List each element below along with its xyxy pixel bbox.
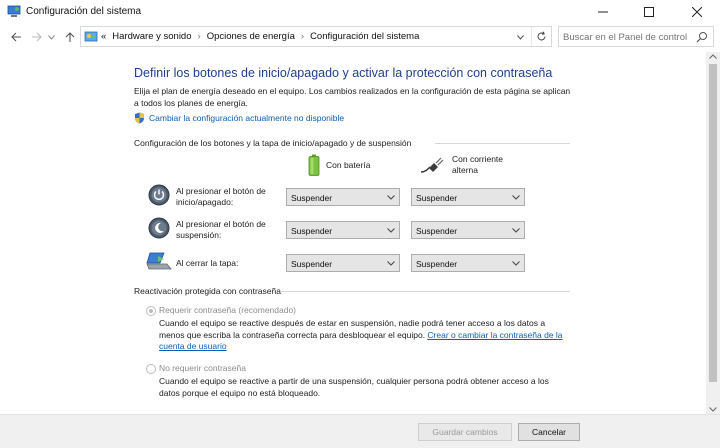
breadcrumb-separator[interactable]: › xyxy=(301,31,304,42)
chevron-down-icon xyxy=(387,261,395,266)
page-title: Definir los botones de inicio/apagado y … xyxy=(134,66,553,80)
battery-icon xyxy=(308,154,320,176)
power-button-icon xyxy=(148,184,170,206)
select-value: Suspender xyxy=(291,259,333,269)
password-section-title: Reactivación protegida con contraseña xyxy=(134,286,281,296)
chevron-down-icon xyxy=(512,228,520,233)
window-title: Configuración del sistema xyxy=(26,6,142,17)
refresh-icon xyxy=(537,31,546,41)
chevron-down-icon xyxy=(47,34,55,40)
arrow-right-icon xyxy=(31,32,42,42)
save-changes-button[interactable]: Guardar cambios xyxy=(418,423,512,441)
power-button-label: Al presionar el botón de inicio/apagado: xyxy=(176,186,266,207)
sleep-button-label: Al presionar el botón de suspensión: xyxy=(176,219,266,240)
divider xyxy=(435,143,570,144)
recent-locations-button[interactable] xyxy=(46,29,56,45)
refresh-button[interactable] xyxy=(531,27,551,46)
scroll-down-icon[interactable] xyxy=(709,407,717,412)
change-settings-link[interactable]: Cambiar la configuración actualmente no … xyxy=(149,113,344,123)
power-options-icon xyxy=(7,5,21,17)
up-button[interactable] xyxy=(62,29,78,45)
close-button[interactable] xyxy=(674,0,720,24)
footer-bar: Guardar cambios Cancelar xyxy=(0,414,720,448)
breadcrumb-item-power-options[interactable]: Opciones de energía xyxy=(207,31,295,42)
select-value: Suspender xyxy=(291,193,333,203)
ac-column-header: Con corriente alterna xyxy=(420,154,522,176)
power-plug-icon xyxy=(420,157,444,173)
scrollbar-thumb[interactable] xyxy=(709,64,717,382)
require-password-radio[interactable] xyxy=(146,306,156,316)
close-icon xyxy=(692,7,702,17)
divider xyxy=(280,291,570,292)
breadcrumb: « Hardware y sonido › Opciones de energí… xyxy=(101,31,419,42)
address-dropdown-button[interactable] xyxy=(513,30,527,44)
search-box xyxy=(558,26,714,47)
breadcrumb-separator[interactable]: › xyxy=(198,31,201,42)
search-icon[interactable] xyxy=(696,31,708,43)
forward-button[interactable] xyxy=(28,29,44,45)
select-value: Suspender xyxy=(416,193,458,203)
battery-column-label: Con batería xyxy=(326,159,371,170)
power-button-battery-select[interactable]: Suspender xyxy=(286,188,400,206)
vertical-scrollbar[interactable] xyxy=(706,52,720,414)
ac-column-label: Con corriente alterna xyxy=(452,154,504,175)
laptop-lid-icon xyxy=(146,252,172,270)
select-value: Suspender xyxy=(291,226,333,236)
back-button[interactable] xyxy=(8,29,24,45)
minimize-icon xyxy=(598,11,608,13)
select-value: Suspender xyxy=(416,259,458,269)
battery-column-header: Con batería xyxy=(308,154,370,176)
maximize-icon xyxy=(644,7,654,17)
sleep-button-battery-select[interactable]: Suspender xyxy=(286,221,400,239)
chevron-down-icon xyxy=(387,228,395,233)
breadcrumb-item-hardware[interactable]: Hardware y sonido xyxy=(112,31,191,42)
control-panel-icon xyxy=(84,31,98,42)
chevron-down-icon xyxy=(512,261,520,266)
scroll-up-icon[interactable] xyxy=(709,54,717,59)
no-password-label[interactable]: No requerir contraseña xyxy=(159,363,246,373)
breadcrumb-item-system-settings[interactable]: Configuración del sistema xyxy=(310,31,419,42)
minimize-button[interactable] xyxy=(580,0,626,24)
search-input[interactable] xyxy=(563,30,693,44)
power-button-ac-select[interactable]: Suspender xyxy=(411,188,525,206)
lid-close-battery-select[interactable]: Suspender xyxy=(286,254,400,272)
arrow-up-icon xyxy=(65,31,75,42)
uac-shield-icon xyxy=(135,112,144,124)
sleep-button-icon xyxy=(148,217,170,239)
cancel-button[interactable]: Cancelar xyxy=(518,423,580,441)
chevron-down-icon xyxy=(512,195,520,200)
page-description: Elija el plan de energía deseado en el e… xyxy=(134,86,571,108)
address-bar[interactable]: « Hardware y sonido › Opciones de energí… xyxy=(80,26,552,47)
navigation-bar: « Hardware y sonido › Opciones de energí… xyxy=(0,24,720,50)
maximize-button[interactable] xyxy=(626,0,672,24)
no-password-description: Cuando el equipo se reactive a partir de… xyxy=(159,376,549,398)
buttons-section-title: Configuración de los botones y la tapa d… xyxy=(134,138,412,148)
require-password-label[interactable]: Requerir contraseña (recomendado) xyxy=(159,305,296,315)
chevron-down-icon xyxy=(516,34,524,40)
sleep-button-ac-select[interactable]: Suspender xyxy=(411,221,525,239)
require-password-description: Cuando el equipo se reactive después de … xyxy=(159,318,569,353)
select-value: Suspender xyxy=(416,226,458,236)
lid-close-ac-select[interactable]: Suspender xyxy=(411,254,525,272)
lid-close-label: Al cerrar la tapa: xyxy=(176,258,239,268)
no-password-radio[interactable] xyxy=(146,364,156,374)
chevron-down-icon xyxy=(387,195,395,200)
title-bar: Configuración del sistema xyxy=(0,0,720,24)
arrow-left-icon xyxy=(10,32,21,42)
change-settings-link-row: Cambiar la configuración actualmente no … xyxy=(134,112,344,124)
breadcrumb-overflow[interactable]: « xyxy=(101,31,106,42)
